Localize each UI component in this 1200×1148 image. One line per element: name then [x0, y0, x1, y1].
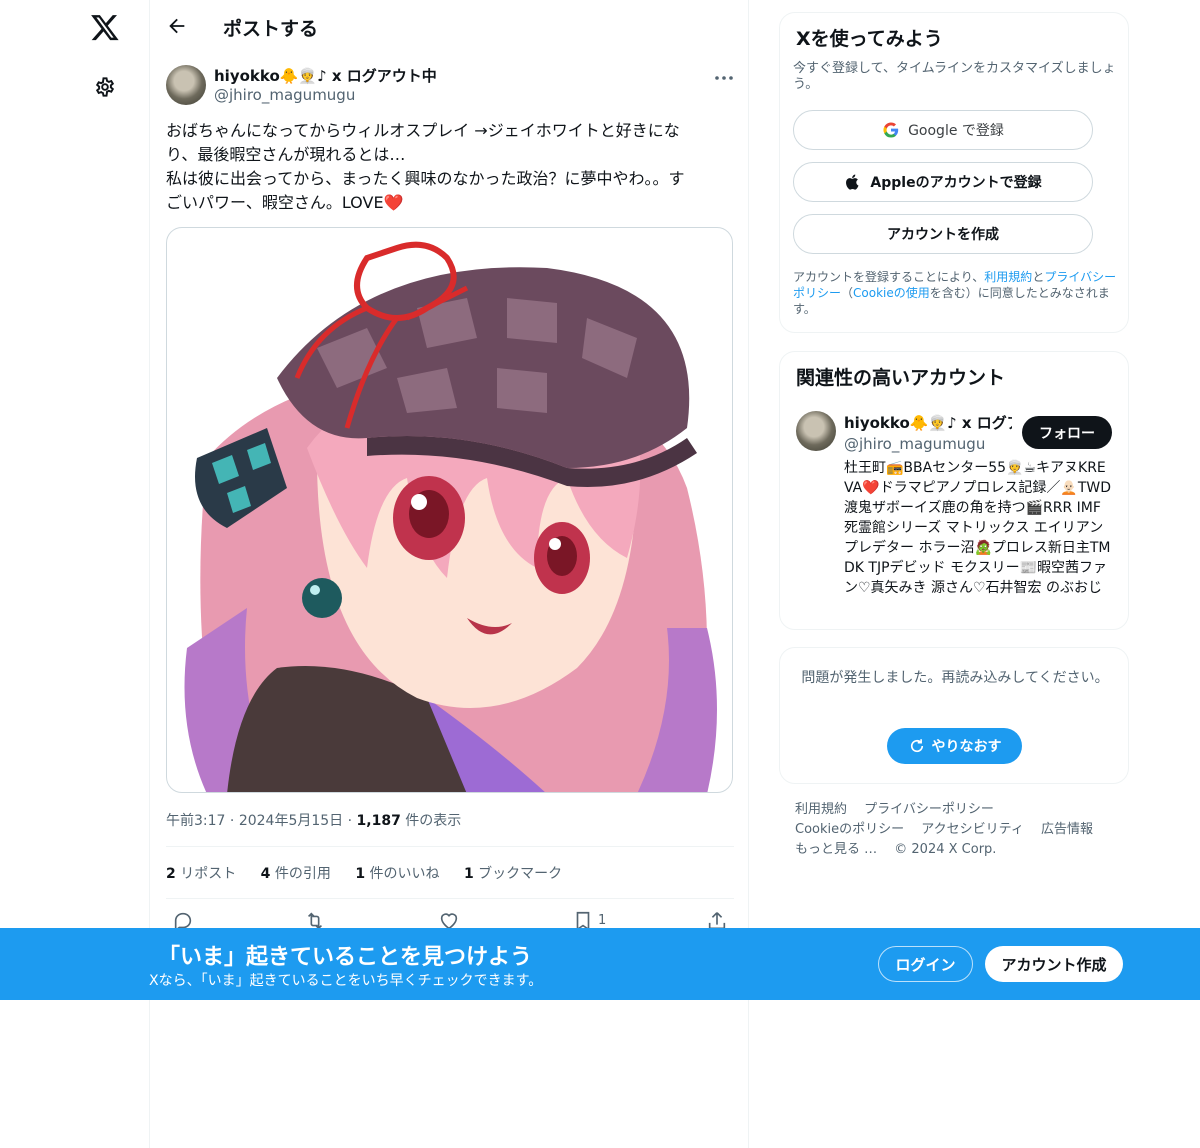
cookie-link[interactable]: Cookieの使用: [853, 286, 930, 300]
stat-likes[interactable]: 1 件のいいね: [355, 866, 439, 882]
related-title: 関連性の高いアカウント: [796, 367, 1006, 389]
post-stats: 2 リポスト 4 件の引用 1 件のいいね 1 ブックマーク: [166, 863, 582, 883]
apple-signup-label: Appleのアカウントで登録: [870, 175, 1042, 191]
signup-button[interactable]: アカウント作成: [985, 946, 1123, 982]
avatar[interactable]: [166, 65, 206, 105]
signup-banner: 「いま」起きていることを見つけよう Xなら、「いま」起きていることをいち早くチェ…: [0, 928, 1200, 1000]
bookmark-count: 1: [598, 913, 607, 928]
login-button[interactable]: ログイン: [878, 946, 973, 982]
error-card: 問題が発生しました。再読み込みしてください。 やりなおす: [779, 647, 1129, 784]
banner-title: 「いま」起きていることを見つけよう: [158, 945, 533, 970]
retry-button[interactable]: やりなおす: [887, 728, 1022, 764]
gear-icon[interactable]: [92, 74, 118, 100]
footer-link-terms[interactable]: 利用規約: [795, 802, 847, 817]
refresh-icon: [910, 739, 923, 753]
post-image[interactable]: [166, 227, 733, 793]
author-name[interactable]: hiyokko🐥👳‍♀️♪ x ログアウト中: [214, 65, 437, 86]
post-author: hiyokko🐥👳‍♀️♪ x ログアウト中 @jhiro_magumugu: [166, 64, 736, 108]
footer-link-more[interactable]: もっと見る …: [795, 842, 877, 857]
arrow-left-icon[interactable]: [166, 15, 188, 37]
divider: [166, 898, 734, 899]
x-logo-icon[interactable]: [90, 12, 120, 42]
related-accounts-card: 関連性の高いアカウント hiyokko🐥👳‍♀️♪ x ログアウト中 @jhir…: [779, 351, 1129, 630]
post-date[interactable]: 2024年5月15日: [239, 813, 343, 829]
footer-link-ads[interactable]: 広告情報: [1041, 822, 1093, 837]
stat-bookmarks[interactable]: 1 ブックマーク: [464, 866, 562, 882]
header-bar: ポストする: [150, 0, 750, 53]
apple-icon: [846, 174, 859, 190]
related-name[interactable]: hiyokko🐥👳‍♀️♪ x ログアウト中: [844, 412, 1012, 433]
retry-label: やりなおす: [931, 739, 1002, 755]
footer-copyright: © 2024 X Corp.: [894, 842, 997, 857]
anime-girl-illustration: [184, 241, 717, 792]
views-label: 件の表示: [405, 813, 462, 829]
signup-card: Xを使ってみよう 今すぐ登録して、タイムラインをカスタマイズしましょう。 Goo…: [779, 12, 1129, 333]
signup-subtitle: 今すぐ登録して、タイムラインをカスタマイズしましょう。: [793, 61, 1116, 92]
footer-link-privacy[interactable]: プライバシーポリシー: [864, 802, 994, 817]
related-handle[interactable]: @jhiro_magumugu: [844, 435, 985, 453]
stat-quotes[interactable]: 4 件の引用: [261, 866, 331, 882]
related-bio: 杜王町📻BBAセンター55👳‍♀️☕キアヌKREVA❤️ドラマピアノプロレス記録…: [844, 460, 1112, 596]
create-account-button[interactable]: アカウントを作成: [793, 214, 1093, 254]
author-handle[interactable]: @jhiro_magumugu: [214, 86, 355, 104]
post-text: おばちゃんになってからウィルオスプレイ →ジェイホワイトと好きにな り、最後暇空…: [166, 121, 685, 212]
create-account-label: アカウントを作成: [887, 227, 999, 243]
avatar[interactable]: [796, 411, 836, 451]
views-count: 1,187: [356, 813, 401, 829]
google-signup-label: Google で登録: [908, 123, 1004, 139]
post-meta: 午前3:17 · 2024年5月15日 · 1,187 件の表示: [166, 813, 462, 829]
apple-signup-button[interactable]: Appleのアカウントで登録: [793, 162, 1093, 202]
follow-button[interactable]: フォロー: [1022, 416, 1112, 449]
banner-subtitle: Xなら、「いま」起きていることをいち早くチェックできます。: [149, 973, 543, 989]
page-title: ポストする: [223, 18, 319, 40]
error-message: 問題が発生しました。再読み込みしてください。: [801, 670, 1109, 686]
footer-link-accessibility[interactable]: アクセシビリティ: [921, 822, 1024, 837]
footer-links: 利用規約 プライバシーポリシー Cookieのポリシー アクセシビリティ 広告情…: [795, 800, 1115, 860]
footer-link-cookies[interactable]: Cookieのポリシー: [795, 822, 904, 837]
google-icon: [883, 122, 899, 138]
stat-reposts[interactable]: 2 リポスト: [166, 866, 236, 882]
more-options-icon[interactable]: [712, 68, 736, 88]
divider: [166, 846, 734, 847]
terms-link[interactable]: 利用規約: [984, 270, 1032, 284]
google-signup-button[interactable]: Google で登録: [793, 110, 1093, 150]
signup-title: Xを使ってみよう: [796, 28, 943, 50]
legal-notice: アカウントを登録することにより、利用規約とプライバシーポリシー（Cookieの使…: [793, 270, 1117, 316]
post-time[interactable]: 午前3:17: [166, 813, 225, 829]
